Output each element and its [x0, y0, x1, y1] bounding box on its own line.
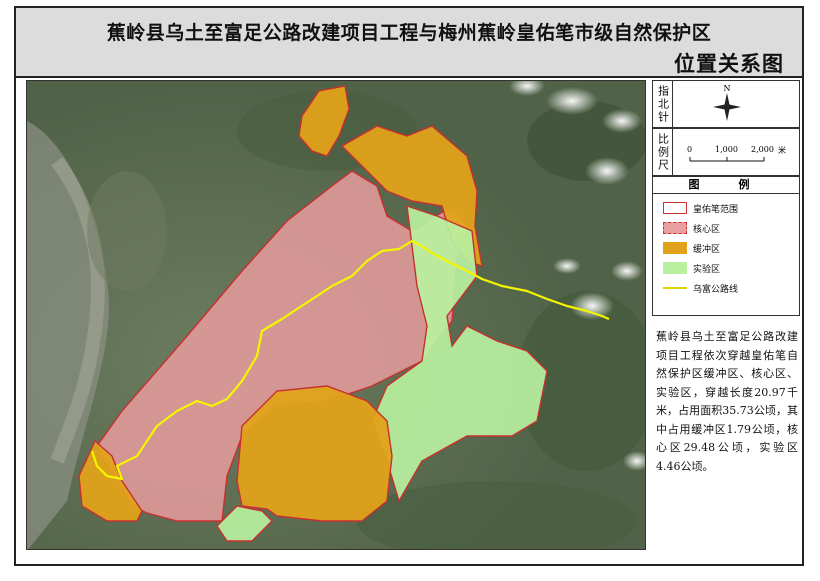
legend-label-experimental: 实验区 — [693, 264, 721, 275]
scale-bar-label: 比例尺 — [653, 129, 673, 175]
legend-item-buffer: 缓冲区 — [663, 241, 720, 255]
legend-item-core: 核心区 — [663, 221, 720, 235]
legend-label-core: 核心区 — [693, 224, 721, 235]
title-banner: 蕉岭县乌土至富足公路改建项目工程与梅州蕉岭皇佑笔市级自然保护区 位置关系图 — [16, 8, 802, 78]
legend-label-road: 乌富公路线 — [693, 284, 739, 295]
scale-tick-0: 0 — [687, 145, 693, 154]
map-subtitle: 位置关系图 — [674, 52, 784, 76]
scale-tick-1000: 1,000 — [715, 145, 738, 154]
legend-item-boundary: 皇佑笔范围 — [663, 201, 738, 215]
cloud — [546, 87, 598, 115]
legend-swatch-buffer — [663, 242, 687, 254]
north-arrow-label: 指北针 — [653, 81, 673, 127]
legend-swatch-boundary — [663, 202, 687, 214]
map-canvas[interactable] — [27, 81, 646, 550]
map-view[interactable] — [26, 80, 646, 550]
legend-item-road: 乌富公路线 — [663, 281, 738, 295]
side-panel: 指北针 N 比例尺 0 1,000 2,000 米 图 例 皇佑笔范围 核心区 … — [652, 80, 800, 550]
legend-label-boundary: 皇佑笔范围 — [693, 204, 739, 215]
scale-tick-2000: 2,000 — [751, 145, 774, 154]
svg-text:N: N — [724, 84, 731, 93]
legend-box: 图 例 皇佑笔范围 核心区 缓冲区 实验区 乌富公路线 — [652, 176, 800, 316]
scale-unit: 米 — [778, 146, 786, 155]
legend-swatch-road — [663, 287, 687, 289]
legend-swatch-experimental — [663, 262, 687, 274]
map-title: 蕉岭县乌土至富足公路改建项目工程与梅州蕉岭皇佑笔市级自然保护区 — [106, 22, 712, 44]
description-note: 蕉岭县乌土至富足公路改建项目工程依次穿越皇佑笔自然保护区缓冲区、核心区、实验区，… — [656, 330, 798, 473]
legend-label-buffer: 缓冲区 — [693, 244, 721, 255]
north-arrow-box: 指北针 N — [652, 80, 800, 128]
north-arrow-icon: N — [713, 84, 741, 121]
legend-title: 图 例 — [653, 177, 799, 194]
legend-swatch-core — [663, 222, 687, 234]
scale-bar — [689, 157, 765, 162]
scale-bar-box: 比例尺 0 1,000 2,000 米 — [652, 128, 800, 176]
legend-item-experimental: 实验区 — [663, 261, 720, 275]
